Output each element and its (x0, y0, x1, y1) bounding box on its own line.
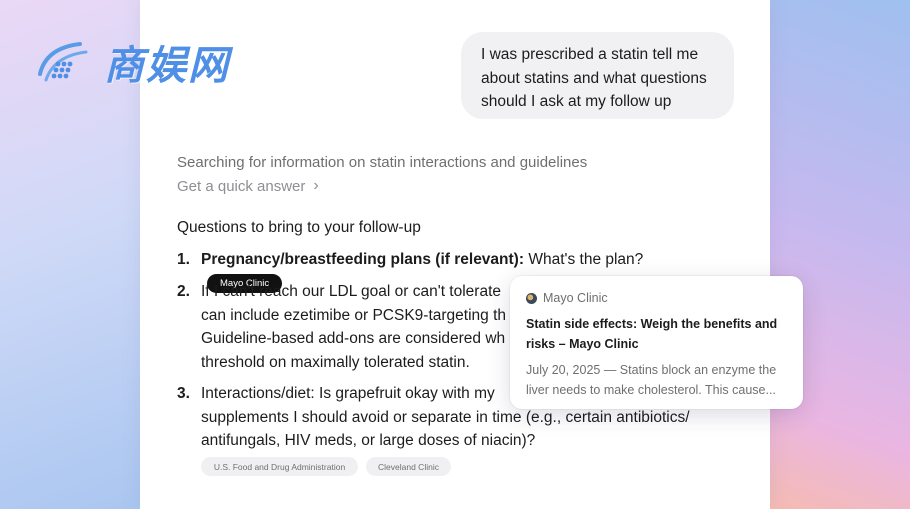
source-pill-fda[interactable]: U.S. Food and Drug Administration (201, 457, 358, 476)
chevron-right-icon: › (313, 177, 319, 194)
list-item-number: 1. (177, 251, 190, 268)
list-item-bold: Pregnancy/breastfeeding plans (if releva… (201, 251, 525, 268)
card-snippet: July 20, 2025 — Statins block an enzyme … (526, 363, 777, 397)
list-item-line: antifungals, HIV meds, or large doses of… (201, 432, 536, 449)
background-right (750, 0, 910, 509)
answer-heading: Questions to bring to your follow-up (177, 219, 421, 236)
list-item-number: 3. (177, 385, 190, 402)
list-item-line: supplements I should avoid or separate i… (201, 408, 690, 426)
user-message-text: I was prescribed a statin tell me about … (481, 46, 707, 110)
quick-answer-link[interactable]: Get a quick answer › (177, 177, 319, 195)
logo-text: 商娱网 (104, 43, 230, 89)
source-pill-cleveland-clinic[interactable]: Cleveland Clinic (366, 457, 451, 476)
search-status-text: Searching for information on statin inte… (177, 154, 588, 171)
watermark-logo: 商娱网 (36, 34, 286, 90)
list-item-text: What's the plan? (524, 251, 644, 268)
logo-icon (38, 42, 88, 82)
card-source-name: Mayo Clinic (543, 291, 608, 305)
list-item-number: 2. (177, 283, 190, 300)
user-message-bubble: I was prescribed a statin tell me about … (461, 32, 734, 119)
mayo-clinic-favicon-icon (526, 292, 537, 304)
citation-preview-card[interactable]: Mayo Clinic Statin side effects: Weigh t… (510, 276, 803, 409)
card-title[interactable]: Statin side effects: Weigh the benefits … (526, 314, 787, 354)
quick-answer-label: Get a quick answer (177, 177, 306, 195)
